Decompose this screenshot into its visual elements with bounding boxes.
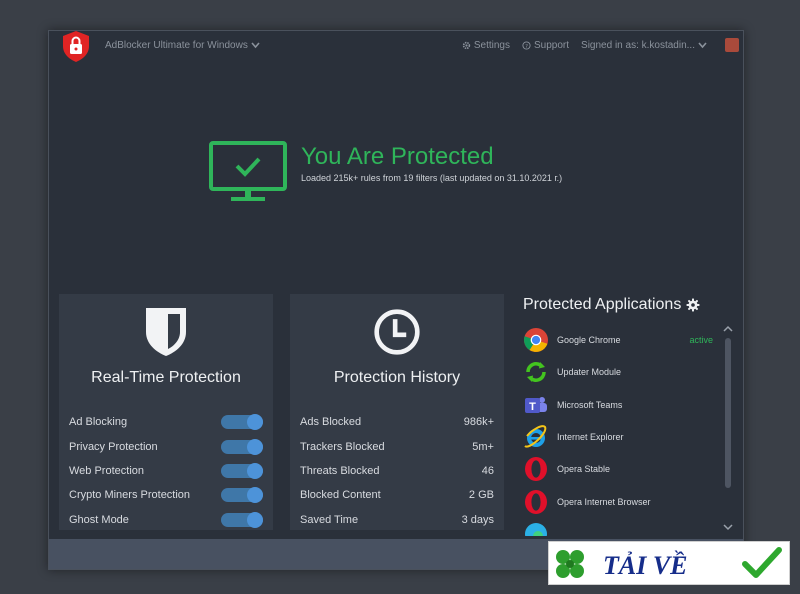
app-item[interactable]: Updater Module <box>523 356 719 388</box>
protection-row: Ghost Mode <box>69 508 263 532</box>
watermark-text: TẢI VỀ <box>603 551 688 580</box>
opera-icon <box>525 457 547 482</box>
app-list[interactable]: Google Chrome active Updater Module T Mi… <box>523 324 719 536</box>
chrome-icon <box>524 328 548 353</box>
history-value: 2 GB <box>468 489 494 502</box>
app-item[interactable]: Google Chrome active <box>523 324 719 356</box>
history-label: Trackers Blocked <box>300 440 385 453</box>
app-list-scrollbar[interactable] <box>723 324 733 532</box>
privacy-protection-toggle[interactable] <box>221 438 263 455</box>
app-name: Google Chrome <box>557 335 621 346</box>
protection-status: You Are Protected Loaded 215k+ rules fro… <box>209 139 629 209</box>
history-row: Saved Time 3 days <box>300 508 494 532</box>
app-item[interactable] <box>523 518 719 536</box>
clock-icon <box>374 309 420 355</box>
chevron-down-icon <box>698 42 707 49</box>
app-name: Updater Module <box>557 367 622 378</box>
shield-lock-logo-icon <box>63 31 89 62</box>
crypto-miners-toggle[interactable] <box>221 487 263 504</box>
history-value: 46 <box>481 464 494 477</box>
close-button[interactable] <box>725 38 739 52</box>
status-subtitle: Loaded 215k+ rules from 19 filters (last… <box>301 173 563 183</box>
svg-text:?: ? <box>525 44 528 50</box>
protection-label: Ghost Mode <box>69 513 129 526</box>
protection-label: Crypto Miners Protection <box>69 489 191 502</box>
support-label: Support <box>534 40 570 51</box>
app-name: Opera Stable <box>557 464 611 475</box>
app-title-label: AdBlocker Ultimate for Windows <box>105 40 248 51</box>
protection-row: Ad Blocking <box>69 410 263 434</box>
ad-blocking-toggle[interactable] <box>221 414 263 431</box>
ghost-mode-toggle[interactable] <box>221 511 263 528</box>
app-item[interactable]: Opera Stable <box>523 453 719 485</box>
history-value: 986k+ <box>463 416 494 429</box>
protection-label: Web Protection <box>69 464 145 477</box>
history-value: 5m+ <box>472 440 494 453</box>
protection-history-card[interactable]: Protection History Ads Blocked 986k+ Trac… <box>290 294 504 530</box>
updater-icon <box>526 362 546 383</box>
settings-link[interactable]: Settings <box>462 40 510 51</box>
scrollbar-thumb[interactable] <box>725 338 731 488</box>
history-row: Blocked Content 2 GB <box>300 483 494 507</box>
app-name: Internet Explorer <box>557 432 624 443</box>
history-label: Ads Blocked <box>300 416 362 429</box>
realtime-protection-card: Real-Time Protection Ad Blocking Privacy… <box>59 294 273 530</box>
checkmark-icon <box>742 547 782 578</box>
app-status-badge: active <box>689 335 713 346</box>
protection-row: Web Protection <box>69 459 263 483</box>
protected-applications-panel: Protected Applications Google Chrome act… <box>515 294 741 536</box>
protection-row: Privacy Protection <box>69 434 263 458</box>
app-item[interactable]: T Microsoft Teams <box>523 389 719 421</box>
history-label: Blocked Content <box>300 489 381 502</box>
help-circle-icon: ? <box>522 41 531 50</box>
teams-icon: T <box>525 396 547 413</box>
app-title-dropdown[interactable]: AdBlocker Ultimate for Windows <box>105 40 260 51</box>
realtime-title: Real-Time Protection <box>91 369 241 386</box>
history-label: Threats Blocked <box>300 464 380 477</box>
protection-label: Privacy Protection <box>69 440 158 453</box>
protection-row: Crypto Miners Protection <box>69 483 263 507</box>
status-title: You Are Protected <box>301 143 494 170</box>
opera-icon <box>525 489 547 514</box>
chevron-down-icon <box>251 42 260 49</box>
app-name: Microsoft Teams <box>557 399 623 410</box>
app-item[interactable]: Opera Internet Browser <box>523 485 719 517</box>
history-label: Saved Time <box>300 513 359 526</box>
monitor-check-icon <box>209 141 287 201</box>
watermark-banner: TẢI VỀ <box>548 541 790 585</box>
app-item[interactable]: Internet Explorer <box>523 421 719 453</box>
history-title: Protection History <box>333 369 461 386</box>
web-protection-toggle[interactable] <box>221 462 263 479</box>
title-bar: AdBlocker Ultimate for Windows Settings … <box>49 31 743 62</box>
gear-icon <box>462 41 471 50</box>
watermark-logo: TẢI VỀ <box>556 547 782 580</box>
shield-icon <box>146 308 186 356</box>
history-row: Threats Blocked 46 <box>300 459 494 483</box>
history-row: Ads Blocked 986k+ <box>300 410 494 434</box>
chevron-down-icon[interactable] <box>723 522 733 532</box>
history-row: Trackers Blocked 5m+ <box>300 434 494 458</box>
support-link[interactable]: ? Support <box>522 40 569 51</box>
svg-text:T: T <box>529 401 536 413</box>
app-window: AdBlocker Ultimate for Windows Settings … <box>48 30 744 570</box>
protection-label: Ad Blocking <box>69 416 128 429</box>
ie-icon <box>524 425 547 448</box>
settings-label: Settings <box>473 40 510 51</box>
account-dropdown[interactable]: Signed in as: k.kostadin... <box>581 40 707 51</box>
clover-icon <box>556 550 584 578</box>
gear-icon[interactable] <box>686 298 700 312</box>
history-value: 3 days <box>461 513 494 526</box>
edge-icon <box>525 522 547 536</box>
chevron-up-icon[interactable] <box>723 324 733 334</box>
apps-title: Protected Applications <box>523 296 682 313</box>
signed-in-label: Signed in as: k.kostadin... <box>581 40 695 51</box>
app-name: Opera Internet Browser <box>557 496 651 507</box>
